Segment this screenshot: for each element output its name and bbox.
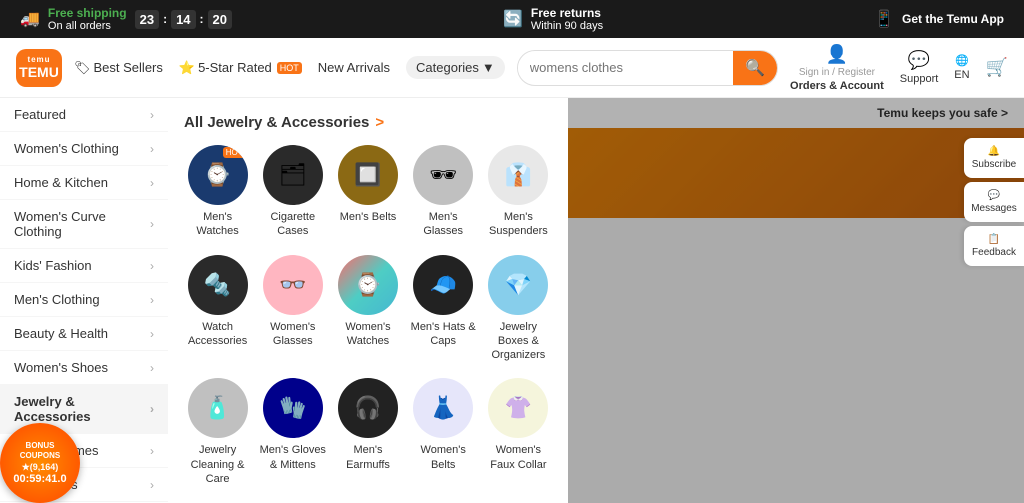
cat-kids-fashion[interactable]: Kids' Fashion › <box>0 249 168 283</box>
top-banner: 🚚 Free shipping On all orders 23 : 14 : … <box>0 0 1024 38</box>
chevron-icon: › <box>150 176 154 190</box>
panel-title-chevron: > <box>375 114 384 131</box>
product-grid-row3: 🧴 Jewelry Cleaning & Care 🧤 Men's Gloves… <box>184 378 552 486</box>
product-womens-watches[interactable]: ⌚ Women's Watches <box>334 255 401 363</box>
product-mens-watches[interactable]: ⌚ HOT Men's Watches <box>184 145 251 239</box>
product-mens-suspenders[interactable]: 👔 Men's Suspenders <box>485 145 552 239</box>
timer-seconds: 20 <box>208 10 232 29</box>
panel-title: All Jewelry & Accessories > <box>184 114 552 131</box>
cart-button[interactable]: 🛒 <box>986 57 1008 78</box>
product-grid-row2: 🔩 Watch Accessories 👓 Women's Glasses ⌚ … <box>184 255 552 363</box>
search-bar: 🔍 <box>517 50 778 86</box>
temu-logo[interactable]: temu TEMU <box>16 49 62 87</box>
subscribe-icon: 🔔 <box>988 146 1000 157</box>
get-app-text: Get the Temu App <box>902 12 1004 26</box>
cart-icon: 🛒 <box>986 57 1008 78</box>
chevron-icon: › <box>150 327 154 341</box>
timer-hours: 23 <box>135 10 159 29</box>
product-mens-hats[interactable]: 🧢 Men's Hats & Caps <box>410 255 477 363</box>
chevron-icon: › <box>150 361 154 375</box>
returns-icon: 🔄 <box>503 9 523 29</box>
messages-icon: 💬 <box>988 190 1000 201</box>
bonus-coupons-badge[interactable]: BONUS COUPONS ★(9,164) 00:59:41.0 <box>0 423 80 503</box>
language-selector[interactable]: 🌐 EN <box>954 54 969 81</box>
free-returns-subtext: Within 90 days <box>531 20 603 32</box>
free-shipping-subtext: On all orders <box>48 20 127 32</box>
main-area: 🛡 Safe payments Temu keeps you safe > 🎃 … <box>0 98 1024 503</box>
product-womens-faux-collar[interactable]: 👚 Women's Faux Collar <box>485 378 552 486</box>
truck-icon: 🚚 <box>20 9 40 29</box>
feedback-button[interactable]: 📋 Feedback <box>964 226 1024 266</box>
countdown-timer: 23 : 14 : 20 <box>135 10 232 29</box>
free-shipping-text: Free shipping <box>48 6 127 20</box>
timer-minutes: 14 <box>171 10 195 29</box>
product-mens-glasses[interactable]: 🕶 Men's Glasses <box>410 145 477 239</box>
header-actions: 👤 Sign in / Register Orders & Account 💬 … <box>790 44 1008 92</box>
bonus-rating: ★(9,164) <box>22 462 59 473</box>
bonus-timer: 00:59:41.0 <box>13 473 66 485</box>
get-app-section[interactable]: 📱 Get the Temu App <box>874 9 1004 29</box>
products-panel: All Jewelry & Accessories > ⌚ HOT Men's … <box>168 98 568 503</box>
cat-featured[interactable]: Featured › <box>0 98 168 132</box>
cat-womens-curve[interactable]: Women's Curve Clothing › <box>0 200 168 249</box>
nav-links: 🏷 Best Sellers ⭐ 5-Star Rated HOT New Ar… <box>74 56 505 79</box>
product-cigarette-cases[interactable]: 🗂 Cigarette Cases <box>259 145 326 239</box>
product-jewelry-boxes[interactable]: 💎 Jewelry Boxes & Organizers <box>485 255 552 363</box>
nav-best-sellers[interactable]: 🏷 Best Sellers <box>74 60 163 76</box>
phone-icon: 📱 <box>874 9 894 29</box>
product-womens-belts[interactable]: 👗 Women's Belts <box>410 378 477 486</box>
side-actions: 🔔 Subscribe 💬 Messages 📋 Feedback <box>964 138 1024 266</box>
support-button[interactable]: 💬 Support <box>900 50 939 85</box>
search-input[interactable] <box>518 60 733 75</box>
support-icon: 💬 <box>908 50 930 71</box>
free-returns-section: 🔄 Free returns Within 90 days <box>503 6 603 32</box>
product-grid-row1: ⌚ HOT Men's Watches 🗂 Cigarette Cases 🔲 … <box>184 145 552 239</box>
chevron-icon: › <box>150 478 154 492</box>
search-button[interactable]: 🔍 <box>733 50 777 86</box>
user-icon: 👤 <box>826 44 848 65</box>
product-mens-gloves[interactable]: 🧤 Men's Gloves & Mittens <box>259 378 326 486</box>
chevron-icon: › <box>150 217 154 231</box>
chevron-icon: › <box>150 142 154 156</box>
nav-categories[interactable]: Categories ▼ <box>406 56 505 79</box>
chevron-icon: › <box>150 108 154 122</box>
cat-home-kitchen[interactable]: Home & Kitchen › <box>0 166 168 200</box>
product-mens-belts[interactable]: 🔲 Men's Belts <box>334 145 401 239</box>
product-jewelry-cleaning[interactable]: 🧴 Jewelry Cleaning & Care <box>184 378 251 486</box>
nav-new-arrivals[interactable]: New Arrivals <box>318 60 390 75</box>
nav-5star-rated[interactable]: ⭐ 5-Star Rated HOT <box>179 60 302 76</box>
cat-womens-clothing[interactable]: Women's Clothing › <box>0 132 168 166</box>
cat-womens-shoes[interactable]: Women's Shoes › <box>0 351 168 385</box>
product-watch-accessories[interactable]: 🔩 Watch Accessories <box>184 255 251 363</box>
free-returns-text: Free returns <box>531 6 603 20</box>
hot-badge: HOT <box>277 62 302 74</box>
chevron-icon: › <box>150 444 154 458</box>
product-mens-earmuffs[interactable]: 🎧 Men's Earmuffs <box>334 378 401 486</box>
chevron-icon: › <box>150 402 154 416</box>
bonus-label: BONUS <box>26 441 55 451</box>
sign-in-button[interactable]: 👤 Sign in / Register Orders & Account <box>790 44 884 92</box>
feedback-icon: 📋 <box>988 234 1000 245</box>
subscribe-button[interactable]: 🔔 Subscribe <box>964 138 1024 178</box>
header: temu TEMU 🏷 Best Sellers ⭐ 5-Star Rated … <box>0 38 1024 98</box>
chevron-icon: › <box>150 293 154 307</box>
messages-button[interactable]: 💬 Messages <box>964 182 1024 222</box>
chevron-icon: › <box>150 259 154 273</box>
cat-mens-clothing[interactable]: Men's Clothing › <box>0 283 168 317</box>
cat-beauty-health[interactable]: Beauty & Health › <box>0 317 168 351</box>
product-womens-glasses[interactable]: 👓 Women's Glasses <box>259 255 326 363</box>
free-shipping-section: 🚚 Free shipping On all orders 23 : 14 : … <box>20 6 232 32</box>
